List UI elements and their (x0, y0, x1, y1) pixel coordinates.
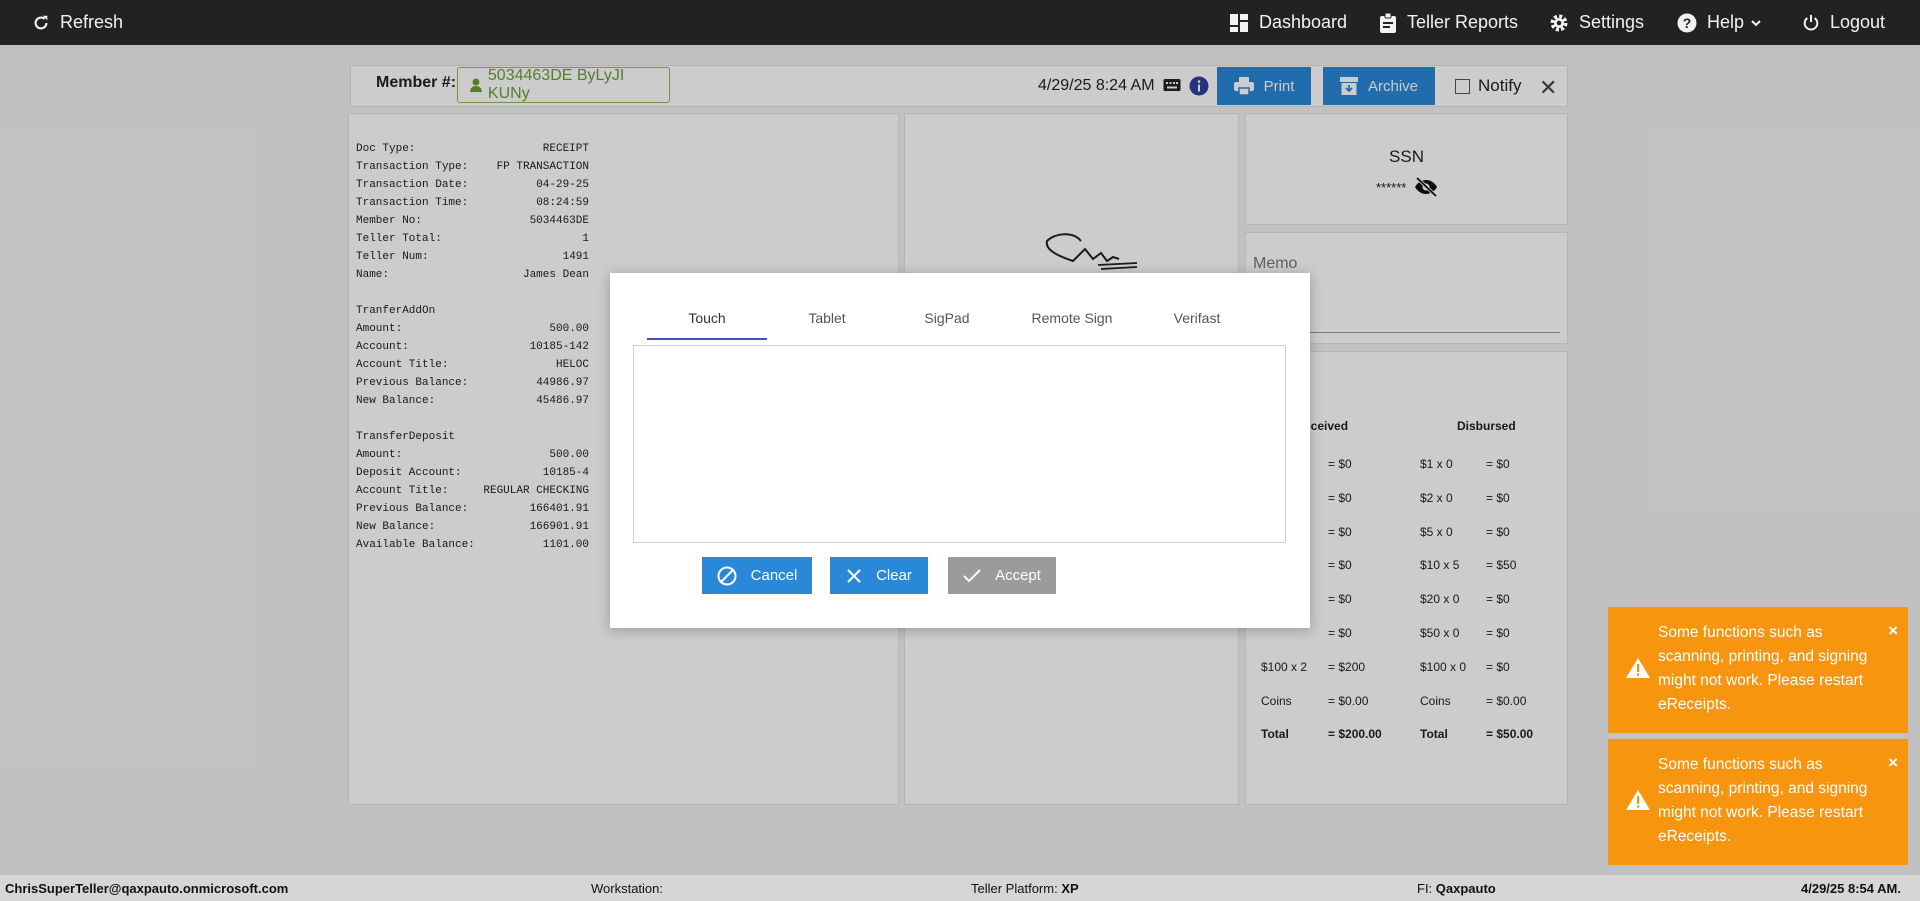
toast-close-icon[interactable]: × (1888, 619, 1898, 643)
top-nav-bar: Refresh Dashboard Teller Reports Setting… (0, 0, 1920, 45)
footer-user: ChrisSuperTeller@qaxpauto.onmicrosoft.co… (5, 881, 289, 896)
tab-touch[interactable]: Touch (647, 308, 767, 340)
platform-label: Teller Platform: (971, 881, 1058, 896)
ban-icon (717, 566, 737, 585)
settings-label: Settings (1579, 12, 1645, 32)
x-icon (847, 568, 861, 583)
warning-toast: Some functions such as scanning, printin… (1608, 607, 1908, 733)
help-circle-icon: ? (1677, 13, 1697, 32)
platform-value: XP (1061, 881, 1079, 896)
cancel-label: Cancel (750, 567, 798, 584)
toast-message: Some functions such as scanning, printin… (1658, 624, 1868, 713)
dashboard-icon (1230, 13, 1248, 32)
accept-button[interactable]: Accept (948, 557, 1056, 594)
logout-label: Logout (1830, 12, 1886, 32)
signature-modal: Touch Tablet SigPad Remote Sign Verifast… (610, 273, 1310, 628)
gear-icon (1550, 14, 1568, 31)
teller-reports-label: Teller Reports (1407, 12, 1519, 32)
refresh-label: Refresh (60, 12, 124, 32)
footer-platform: Teller Platform: XP (971, 881, 1079, 896)
dashboard-label: Dashboard (1259, 12, 1348, 32)
clipboard-icon (1380, 12, 1396, 33)
footer-fi: FI: Qaxpauto (1417, 881, 1496, 896)
fi-label: FI: (1417, 881, 1433, 896)
warning-toast: Some functions such as scanning, printin… (1608, 739, 1908, 865)
warning-icon (1626, 658, 1650, 678)
accept-label: Accept (995, 567, 1041, 584)
nav-logout[interactable]: Logout (1802, 0, 1885, 45)
nav-help-dropdown[interactable]: ? Help (1677, 0, 1762, 45)
toast-close-icon[interactable]: × (1888, 751, 1898, 775)
tab-remote-sign[interactable]: Remote Sign (1007, 308, 1137, 338)
chevron-down-icon (1751, 19, 1761, 26)
tab-sigpad[interactable]: SigPad (887, 308, 1007, 338)
clear-label: Clear (876, 567, 912, 584)
footer-datetime: 4/29/25 8:54 AM. (1801, 881, 1901, 896)
toast-message: Some functions such as scanning, printin… (1658, 756, 1868, 845)
refresh-button[interactable]: Refresh (32, 0, 123, 45)
tab-tablet[interactable]: Tablet (767, 308, 887, 338)
fi-value: Qaxpauto (1435, 881, 1496, 896)
signature-tabs: Touch Tablet SigPad Remote Sign Verifast (647, 308, 1257, 340)
cancel-button[interactable]: Cancel (702, 557, 812, 594)
footer-workstation: Workstation: (591, 881, 663, 896)
tab-verifast[interactable]: Verifast (1137, 308, 1257, 338)
check-icon (963, 568, 981, 582)
help-label: Help (1707, 12, 1745, 32)
svg-text:?: ? (1683, 15, 1692, 31)
refresh-icon (34, 15, 48, 29)
clear-button[interactable]: Clear (830, 557, 928, 594)
warning-icon (1626, 790, 1650, 810)
signature-canvas[interactable] (633, 345, 1286, 543)
workstation-label: Workstation: (591, 881, 664, 896)
status-footer: ChrisSuperTeller@qaxpauto.onmicrosoft.co… (0, 875, 1920, 901)
nav-teller-reports[interactable]: Teller Reports (1379, 0, 1518, 45)
nav-dashboard[interactable]: Dashboard (1229, 0, 1347, 45)
nav-settings[interactable]: Settings (1549, 0, 1644, 45)
power-icon (1803, 14, 1819, 30)
